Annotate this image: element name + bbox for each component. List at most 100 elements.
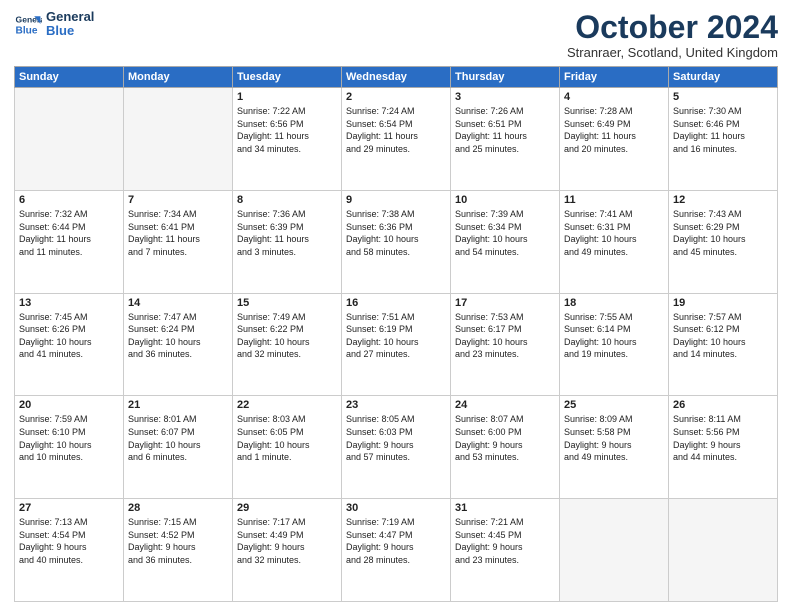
day-info: Sunrise: 8:03 AM Sunset: 6:05 PM Dayligh… bbox=[237, 413, 337, 463]
day-number: 6 bbox=[19, 194, 119, 206]
calendar-day-cell: 22 Sunrise: 8:03 AM Sunset: 6:05 PM Dayli… bbox=[233, 396, 342, 499]
day-info: Sunrise: 8:07 AM Sunset: 6:00 PM Dayligh… bbox=[455, 413, 555, 463]
day-info: Sunrise: 8:11 AM Sunset: 5:56 PM Dayligh… bbox=[673, 413, 773, 463]
day-number: 8 bbox=[237, 194, 337, 206]
calendar-header-friday: Friday bbox=[560, 67, 669, 88]
calendar-day-cell: 26Sunrise: 8:11 AM Sunset: 5:56 PM Dayli… bbox=[669, 396, 778, 499]
calendar-day-cell: 28Sunrise: 7:15 AM Sunset: 4:52 PM Dayli… bbox=[124, 499, 233, 602]
day-number: 10 bbox=[455, 194, 555, 206]
calendar-week-row: 27 Sunrise: 7:13 AM Sunset: 4:54 PM Dayli… bbox=[15, 499, 778, 602]
calendar-day-cell: 11 Sunrise: 7:41 AM Sunset: 6:31 PM Dayli… bbox=[560, 190, 669, 293]
calendar-day-cell: 23Sunrise: 8:05 AM Sunset: 6:03 PM Dayli… bbox=[342, 396, 451, 499]
calendar-day-cell bbox=[124, 88, 233, 191]
calendar-day-cell: 30Sunrise: 7:19 AM Sunset: 4:47 PM Dayli… bbox=[342, 499, 451, 602]
calendar-header-sunday: Sunday bbox=[15, 67, 124, 88]
day-info: Sunrise: 7:51 AM Sunset: 6:19 PM Dayligh… bbox=[346, 311, 446, 361]
day-info: Sunrise: 7:32 AM Sunset: 6:44 PM Dayligh… bbox=[19, 208, 119, 258]
calendar-day-cell: 1Sunrise: 7:22 AM Sunset: 6:56 PM Daylig… bbox=[233, 88, 342, 191]
day-info: Sunrise: 7:49 AM Sunset: 6:22 PM Dayligh… bbox=[237, 311, 337, 361]
day-number: 12 bbox=[673, 194, 773, 206]
calendar-table: SundayMondayTuesdayWednesdayThursdayFrid… bbox=[14, 66, 778, 602]
day-info: Sunrise: 7:43 AM Sunset: 6:29 PM Dayligh… bbox=[673, 208, 773, 258]
day-number: 13 bbox=[19, 297, 119, 309]
day-info: Sunrise: 7:45 AM Sunset: 6:26 PM Dayligh… bbox=[19, 311, 119, 361]
calendar-header-monday: Monday bbox=[124, 67, 233, 88]
calendar-day-cell: 20Sunrise: 7:59 AM Sunset: 6:10 PM Dayli… bbox=[15, 396, 124, 499]
calendar-day-cell: 6 Sunrise: 7:32 AM Sunset: 6:44 PM Daylig… bbox=[15, 190, 124, 293]
day-info: Sunrise: 8:05 AM Sunset: 6:03 PM Dayligh… bbox=[346, 413, 446, 463]
day-info: Sunrise: 7:41 AM Sunset: 6:31 PM Dayligh… bbox=[564, 208, 664, 258]
calendar-day-cell: 9 Sunrise: 7:38 AM Sunset: 6:36 PM Daylig… bbox=[342, 190, 451, 293]
logo-line1: General bbox=[46, 10, 94, 24]
calendar-week-row: 1Sunrise: 7:22 AM Sunset: 6:56 PM Daylig… bbox=[15, 88, 778, 191]
day-info: Sunrise: 7:36 AM Sunset: 6:39 PM Dayligh… bbox=[237, 208, 337, 258]
calendar-day-cell bbox=[560, 499, 669, 602]
day-number: 9 bbox=[346, 194, 446, 206]
day-info: Sunrise: 7:38 AM Sunset: 6:36 PM Dayligh… bbox=[346, 208, 446, 258]
calendar-day-cell: 14 Sunrise: 7:47 AM Sunset: 6:24 PM Dayli… bbox=[124, 293, 233, 396]
calendar-day-cell: 18Sunrise: 7:55 AM Sunset: 6:14 PM Dayli… bbox=[560, 293, 669, 396]
day-number: 17 bbox=[455, 297, 555, 309]
calendar-week-row: 6 Sunrise: 7:32 AM Sunset: 6:44 PM Daylig… bbox=[15, 190, 778, 293]
calendar-header-thursday: Thursday bbox=[451, 67, 560, 88]
calendar-day-cell bbox=[669, 499, 778, 602]
subtitle: Stranraer, Scotland, United Kingdom bbox=[567, 45, 778, 60]
logo-line2: Blue bbox=[46, 24, 94, 38]
logo-icon: General Blue bbox=[14, 10, 42, 38]
day-number: 11 bbox=[564, 194, 664, 206]
day-number: 5 bbox=[673, 91, 773, 103]
day-info: Sunrise: 7:53 AM Sunset: 6:17 PM Dayligh… bbox=[455, 311, 555, 361]
day-info: Sunrise: 7:34 AM Sunset: 6:41 PM Dayligh… bbox=[128, 208, 228, 258]
day-info: Sunrise: 7:13 AM Sunset: 4:54 PM Dayligh… bbox=[19, 516, 119, 566]
day-info: Sunrise: 8:01 AM Sunset: 6:07 PM Dayligh… bbox=[128, 413, 228, 463]
day-number: 16 bbox=[346, 297, 446, 309]
calendar-day-cell: 8 Sunrise: 7:36 AM Sunset: 6:39 PM Daylig… bbox=[233, 190, 342, 293]
title-block: October 2024 Stranraer, Scotland, United… bbox=[567, 10, 778, 60]
day-number: 28 bbox=[128, 502, 228, 514]
day-info: Sunrise: 8:09 AM Sunset: 5:58 PM Dayligh… bbox=[564, 413, 664, 463]
calendar-day-cell: 19 Sunrise: 7:57 AM Sunset: 6:12 PM Dayli… bbox=[669, 293, 778, 396]
day-info: Sunrise: 7:39 AM Sunset: 6:34 PM Dayligh… bbox=[455, 208, 555, 258]
day-number: 4 bbox=[564, 91, 664, 103]
calendar-header-wednesday: Wednesday bbox=[342, 67, 451, 88]
calendar-day-cell: 5 Sunrise: 7:30 AM Sunset: 6:46 PM Daylig… bbox=[669, 88, 778, 191]
day-info: Sunrise: 7:57 AM Sunset: 6:12 PM Dayligh… bbox=[673, 311, 773, 361]
day-number: 7 bbox=[128, 194, 228, 206]
calendar-day-cell: 7 Sunrise: 7:34 AM Sunset: 6:41 PM Daylig… bbox=[124, 190, 233, 293]
day-number: 29 bbox=[237, 502, 337, 514]
day-info: Sunrise: 7:17 AM Sunset: 4:49 PM Dayligh… bbox=[237, 516, 337, 566]
day-info: Sunrise: 7:24 AM Sunset: 6:54 PM Dayligh… bbox=[346, 105, 446, 155]
day-number: 14 bbox=[128, 297, 228, 309]
calendar-day-cell: 17 Sunrise: 7:53 AM Sunset: 6:17 PM Dayli… bbox=[451, 293, 560, 396]
calendar-week-row: 13 Sunrise: 7:45 AM Sunset: 6:26 PM Dayli… bbox=[15, 293, 778, 396]
day-number: 25 bbox=[564, 399, 664, 411]
day-number: 3 bbox=[455, 91, 555, 103]
day-number: 24 bbox=[455, 399, 555, 411]
day-number: 31 bbox=[455, 502, 555, 514]
calendar-day-cell: 27 Sunrise: 7:13 AM Sunset: 4:54 PM Dayli… bbox=[15, 499, 124, 602]
header: General Blue General Blue October 2024 S… bbox=[14, 10, 778, 60]
day-info: Sunrise: 7:55 AM Sunset: 6:14 PM Dayligh… bbox=[564, 311, 664, 361]
calendar-day-cell: 12 Sunrise: 7:43 AM Sunset: 6:29 PM Dayli… bbox=[669, 190, 778, 293]
day-info: Sunrise: 7:30 AM Sunset: 6:46 PM Dayligh… bbox=[673, 105, 773, 155]
day-number: 1 bbox=[237, 91, 337, 103]
calendar-header-saturday: Saturday bbox=[669, 67, 778, 88]
day-info: Sunrise: 7:19 AM Sunset: 4:47 PM Dayligh… bbox=[346, 516, 446, 566]
day-number: 2 bbox=[346, 91, 446, 103]
calendar-day-cell: 31Sunrise: 7:21 AM Sunset: 4:45 PM Dayli… bbox=[451, 499, 560, 602]
day-info: Sunrise: 7:47 AM Sunset: 6:24 PM Dayligh… bbox=[128, 311, 228, 361]
calendar-day-cell: 13 Sunrise: 7:45 AM Sunset: 6:26 PM Dayli… bbox=[15, 293, 124, 396]
day-number: 22 bbox=[237, 399, 337, 411]
calendar-day-cell: 16 Sunrise: 7:51 AM Sunset: 6:19 PM Dayli… bbox=[342, 293, 451, 396]
calendar-day-cell: 25 Sunrise: 8:09 AM Sunset: 5:58 PM Dayli… bbox=[560, 396, 669, 499]
month-title: October 2024 bbox=[567, 10, 778, 45]
day-number: 15 bbox=[237, 297, 337, 309]
calendar-day-cell: 3Sunrise: 7:26 AM Sunset: 6:51 PM Daylig… bbox=[451, 88, 560, 191]
day-number: 27 bbox=[19, 502, 119, 514]
calendar-day-cell bbox=[15, 88, 124, 191]
calendar-day-cell: 2 Sunrise: 7:24 AM Sunset: 6:54 PM Daylig… bbox=[342, 88, 451, 191]
day-number: 21 bbox=[128, 399, 228, 411]
svg-text:Blue: Blue bbox=[16, 26, 38, 37]
day-number: 19 bbox=[673, 297, 773, 309]
logo: General Blue General Blue bbox=[14, 10, 94, 39]
